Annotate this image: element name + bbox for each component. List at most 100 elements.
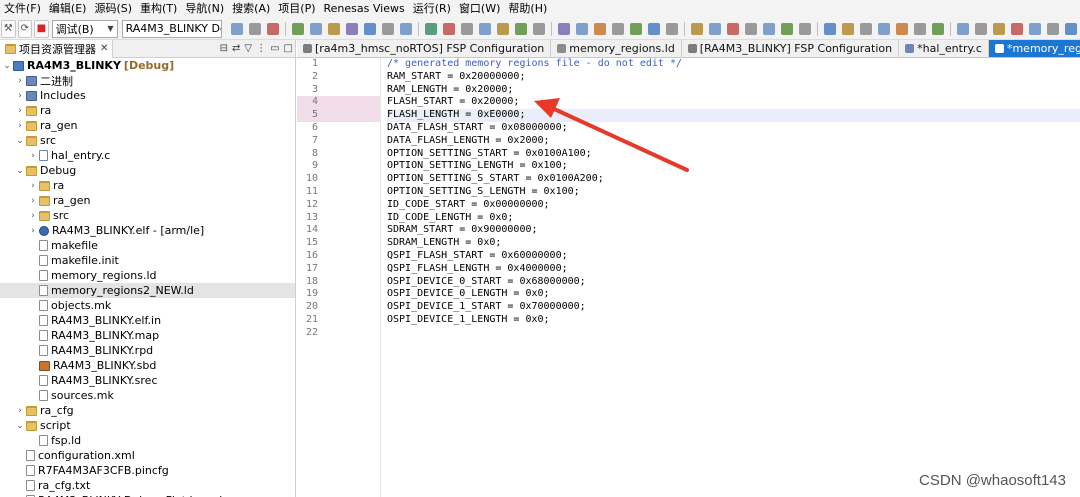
collapse-all-icon[interactable]: ⊟ bbox=[220, 43, 228, 54]
code-line[interactable]: QSPI_FLASH_LENGTH = 0x4000000; bbox=[387, 263, 1080, 276]
expand-open-icon[interactable]: ⌄ bbox=[15, 421, 25, 431]
code-line[interactable]: OSPI_DEVICE_1_START = 0x70000000; bbox=[387, 301, 1080, 314]
toolbar-tool-icon[interactable] bbox=[364, 22, 376, 35]
menu-item-9[interactable]: 窗口(W) bbox=[455, 0, 504, 18]
view-menu-icon[interactable]: ⋮ bbox=[256, 43, 266, 54]
expand-closed-icon[interactable]: › bbox=[15, 106, 25, 116]
toolbar-tool-icon[interactable] bbox=[1047, 22, 1059, 35]
toolbar-tool-icon[interactable] bbox=[267, 22, 279, 35]
hammer-icon[interactable]: ⚒ bbox=[1, 19, 16, 38]
menu-item-0[interactable]: 文件(F) bbox=[0, 0, 45, 18]
code-line[interactable]: OSPI_DEVICE_1_LENGTH = 0x0; bbox=[387, 314, 1080, 327]
expand-closed-icon[interactable]: › bbox=[15, 91, 25, 101]
tree-item[interactable]: R7FA4M3AF3CFB.pincfg bbox=[0, 463, 295, 478]
toolbar-tool-icon[interactable] bbox=[346, 22, 358, 35]
tree-item[interactable]: › ra_gen bbox=[0, 193, 295, 208]
menu-item-6[interactable]: 项目(P) bbox=[274, 0, 319, 18]
link-icon[interactable]: ⇄ bbox=[232, 43, 240, 54]
toolbar-tool-icon[interactable] bbox=[932, 22, 944, 35]
expand-open-icon[interactable]: ⌄ bbox=[15, 166, 25, 176]
toolbar-tool-icon[interactable] bbox=[993, 22, 1005, 35]
toolbar-tool-icon[interactable] bbox=[612, 22, 624, 35]
tab-project-explorer[interactable]: 项目资源管理器 ✕ bbox=[0, 39, 114, 58]
expand-closed-icon[interactable]: › bbox=[15, 121, 25, 131]
toolbar-tool-icon[interactable] bbox=[497, 22, 509, 35]
tree-item[interactable]: ⌄ Debug bbox=[0, 163, 295, 178]
code-line[interactable]: OPTION_SETTING_START = 0x0100A100; bbox=[387, 148, 1080, 161]
toolbar-tool-icon[interactable] bbox=[824, 22, 836, 35]
maximize-icon[interactable]: □ bbox=[284, 43, 293, 54]
tree-item[interactable]: makefile bbox=[0, 238, 295, 253]
tree-item[interactable]: › 二进制 bbox=[0, 73, 295, 88]
tree-item[interactable]: memory_regions.ld bbox=[0, 268, 295, 283]
tree-item[interactable]: ⌄ script bbox=[0, 418, 295, 433]
toolbar-tool-icon[interactable] bbox=[781, 22, 793, 35]
code-line[interactable]: OPTION_SETTING_S_START = 0x0100A200; bbox=[387, 173, 1080, 186]
code-line[interactable]: QSPI_FLASH_START = 0x60000000; bbox=[387, 250, 1080, 263]
tree-item[interactable]: › ra_cfg bbox=[0, 403, 295, 418]
code-line[interactable]: ID_CODE_START = 0x00000000; bbox=[387, 199, 1080, 212]
toolbar-tool-icon[interactable] bbox=[1065, 22, 1077, 35]
toolbar-tool-icon[interactable] bbox=[443, 22, 455, 35]
tree-item[interactable]: RA4M3_BLINKY.rpd bbox=[0, 343, 295, 358]
toolbar-tool-icon[interactable] bbox=[975, 22, 987, 35]
launch-config-select[interactable]: RA4M3_BLINKY Debu ▼ bbox=[121, 19, 222, 38]
editor-tab[interactable]: memory_regions.ld bbox=[551, 40, 682, 57]
editor-tab[interactable]: *hal_entry.c bbox=[899, 40, 989, 57]
tree-item[interactable]: objects.mk bbox=[0, 298, 295, 313]
expand-closed-icon[interactable]: › bbox=[28, 226, 38, 236]
tree-item[interactable]: › ra_gen bbox=[0, 118, 295, 133]
code-line[interactable]: /* generated memory regions file - do no… bbox=[387, 58, 1080, 71]
code-line[interactable]: SDRAM_START = 0x90000000; bbox=[387, 224, 1080, 237]
expand-closed-icon[interactable]: › bbox=[28, 181, 38, 191]
toolbar-tool-icon[interactable] bbox=[328, 22, 340, 35]
toolbar-tool-icon[interactable] bbox=[292, 22, 304, 35]
toolbar-tool-icon[interactable] bbox=[896, 22, 908, 35]
code-line[interactable]: DATA_FLASH_LENGTH = 0x2000; bbox=[387, 135, 1080, 148]
menu-item-10[interactable]: 帮助(H) bbox=[504, 0, 551, 18]
code-line[interactable]: OSPI_DEVICE_0_LENGTH = 0x0; bbox=[387, 288, 1080, 301]
expand-closed-icon[interactable]: › bbox=[15, 406, 25, 416]
refresh-icon[interactable]: ⟳ bbox=[17, 19, 33, 38]
toolbar-tool-icon[interactable] bbox=[630, 22, 642, 35]
tree-item[interactable]: ⌄ RA4M3_BLINKY [Debug] bbox=[0, 58, 295, 73]
code-line[interactable]: FLASH_START = 0x20000; bbox=[387, 96, 1080, 109]
code-line[interactable] bbox=[387, 327, 1080, 340]
menu-item-3[interactable]: 重构(T) bbox=[136, 0, 181, 18]
tree-item[interactable]: › ra bbox=[0, 178, 295, 193]
code-line[interactable]: DATA_FLASH_START = 0x08000000; bbox=[387, 122, 1080, 135]
tree-item[interactable]: › src bbox=[0, 208, 295, 223]
expand-closed-icon[interactable]: › bbox=[28, 151, 38, 161]
toolbar-tool-icon[interactable] bbox=[1011, 22, 1023, 35]
tree-item[interactable]: RA4M3_BLINKY Debug_Flat.launch bbox=[0, 493, 295, 497]
code-line[interactable]: OPTION_SETTING_S_LENGTH = 0x100; bbox=[387, 186, 1080, 199]
toolbar-tool-icon[interactable] bbox=[709, 22, 721, 35]
toolbar-tool-icon[interactable] bbox=[860, 22, 872, 35]
code-area[interactable]: /* generated memory regions file - do no… bbox=[381, 58, 1080, 497]
expand-open-icon[interactable]: ⌄ bbox=[15, 136, 25, 146]
toolbar-tool-icon[interactable] bbox=[842, 22, 854, 35]
menu-item-8[interactable]: 运行(R) bbox=[409, 0, 455, 18]
toolbar-tool-icon[interactable] bbox=[745, 22, 757, 35]
tree-item[interactable]: ra_cfg.txt bbox=[0, 478, 295, 493]
filter-icon[interactable]: ▽ bbox=[244, 43, 252, 54]
menu-item-4[interactable]: 导航(N) bbox=[181, 0, 228, 18]
toolbar-tool-icon[interactable] bbox=[310, 22, 322, 35]
tree-item[interactable]: RA4M3_BLINKY.sbd bbox=[0, 358, 295, 373]
toolbar-tool-icon[interactable] bbox=[594, 22, 606, 35]
tree-item[interactable]: sources.mk bbox=[0, 388, 295, 403]
toolbar-tool-icon[interactable] bbox=[648, 22, 660, 35]
toolbar-tool-icon[interactable] bbox=[425, 22, 437, 35]
editor-tab[interactable]: *memory_regions2_NEW.ld✕ bbox=[988, 40, 1080, 57]
expand-closed-icon[interactable]: › bbox=[15, 76, 25, 86]
tree-item[interactable]: memory_regions2_NEW.ld bbox=[0, 283, 295, 298]
editor-tab[interactable]: [RA4M3_BLINKY] FSP Configuration bbox=[682, 40, 900, 57]
tree-item[interactable]: › hal_entry.c bbox=[0, 148, 295, 163]
menu-item-2[interactable]: 源码(S) bbox=[90, 0, 136, 18]
toolbar-tool-icon[interactable] bbox=[666, 22, 678, 35]
toolbar-tool-icon[interactable] bbox=[576, 22, 588, 35]
code-line[interactable]: FLASH_LENGTH = 0xE0000; bbox=[387, 109, 1080, 122]
toolbar-tool-icon[interactable] bbox=[249, 22, 261, 35]
tree-item[interactable]: configuration.xml bbox=[0, 448, 295, 463]
tree-item[interactable]: makefile.init bbox=[0, 253, 295, 268]
